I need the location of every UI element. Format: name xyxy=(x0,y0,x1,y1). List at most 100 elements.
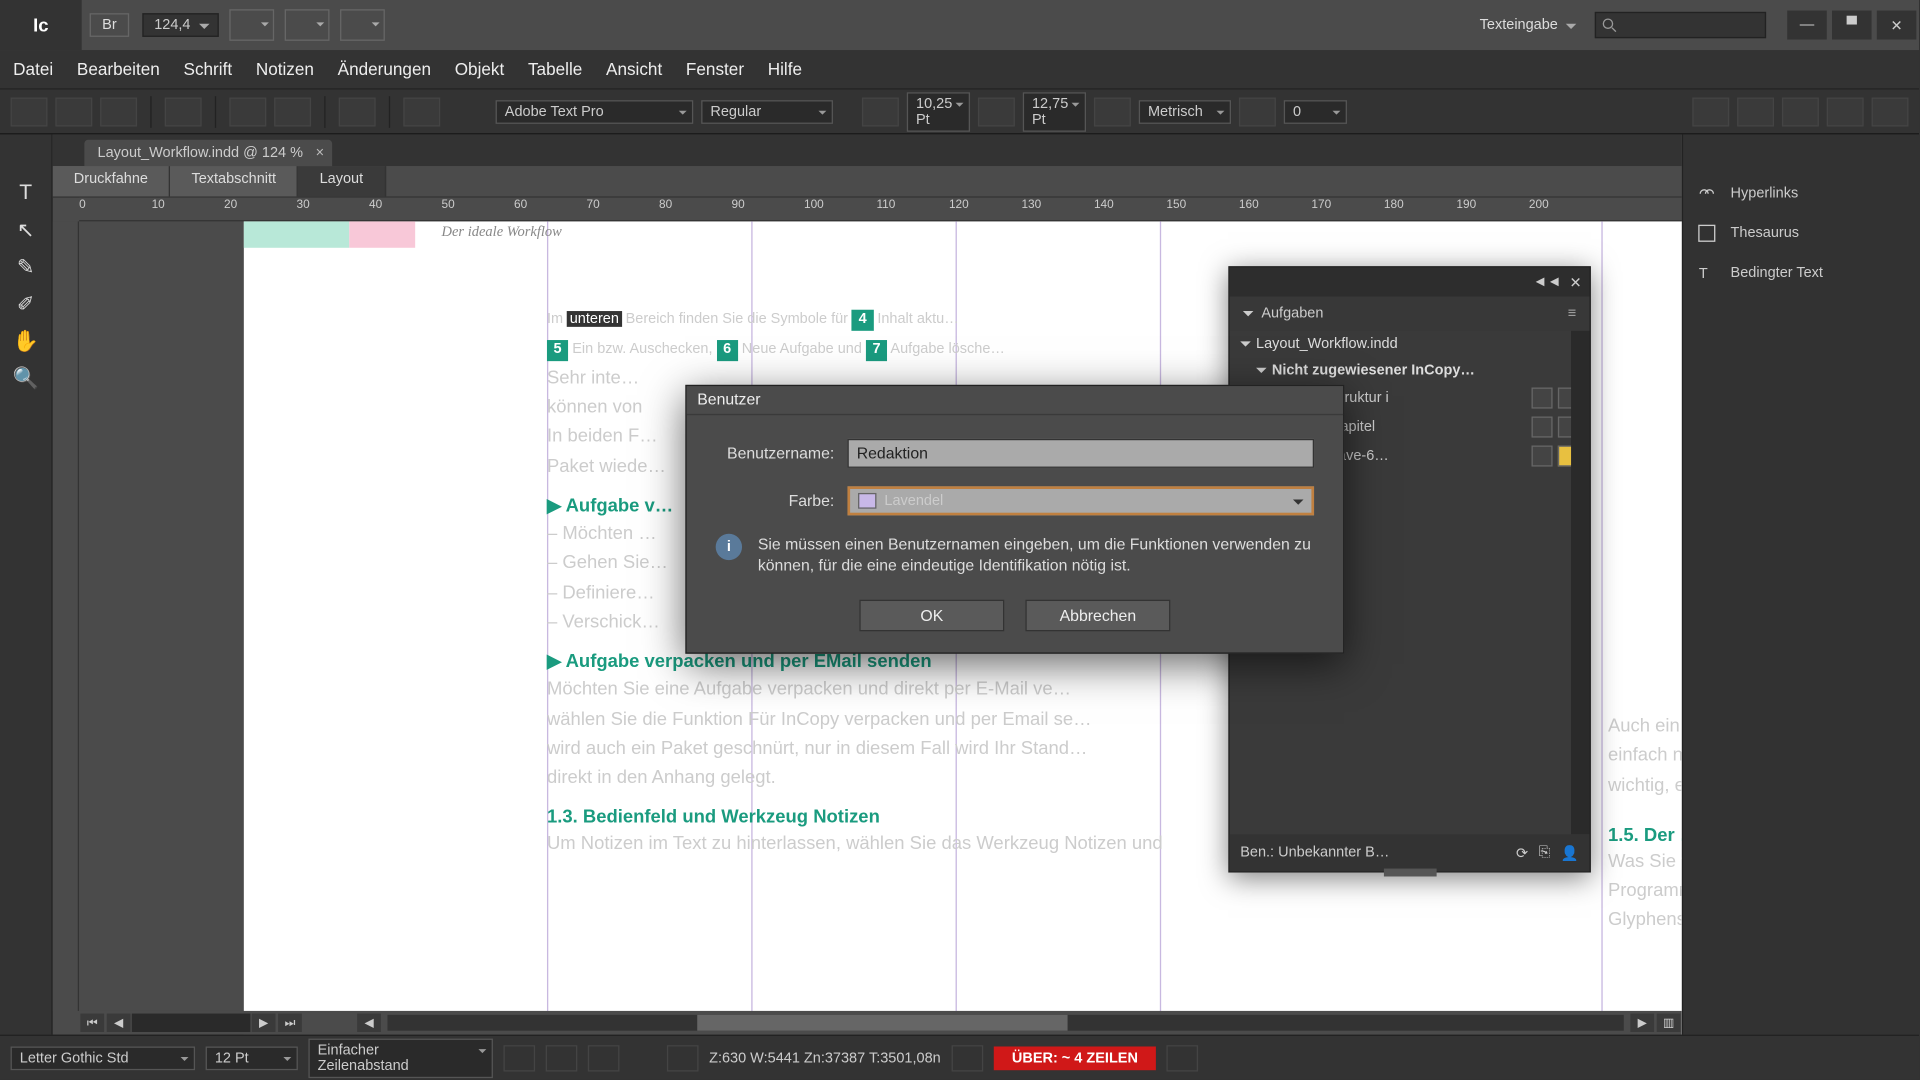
book-icon xyxy=(1696,223,1717,244)
edit-icon[interactable] xyxy=(1532,445,1553,466)
menu-hilfe[interactable]: Hilfe xyxy=(768,59,802,79)
menu-objekt[interactable]: Objekt xyxy=(455,59,505,79)
arrange-icon[interactable] xyxy=(339,9,384,41)
maximize-button[interactable]: ▀ xyxy=(1832,11,1872,40)
position-tool-icon[interactable]: ↖ xyxy=(7,214,44,248)
align-left-icon[interactable] xyxy=(1692,97,1729,126)
link-icon xyxy=(1696,183,1717,204)
minimize-button[interactable]: — xyxy=(1787,11,1827,40)
document-tab[interactable]: Layout_Workflow.indd @ 124 % × xyxy=(84,140,332,166)
menu-bearbeiten[interactable]: Bearbeiten xyxy=(77,59,160,79)
checkout-icon[interactable]: ⎘ xyxy=(1539,844,1551,861)
menu-fenster[interactable]: Fenster xyxy=(686,59,744,79)
eyedropper-tool-icon[interactable]: ✐ xyxy=(7,287,44,321)
font-style-select[interactable]: Regular xyxy=(701,100,833,124)
status-font-select[interactable]: Letter Gothic Std xyxy=(11,1046,196,1070)
conditional-text-panel-tab[interactable]: TBedingter Text xyxy=(1683,253,1919,293)
panel-resize-grip[interactable] xyxy=(1383,869,1436,877)
status-leading-select[interactable]: Einfacher Zeilenabstand xyxy=(308,1038,493,1078)
split-view-icon[interactable]: ▥ xyxy=(1657,1014,1681,1032)
edit-icon[interactable] xyxy=(1532,416,1553,437)
cursor-coordinates: Z:630 W:5441 Zn:37387 T:3501,08n xyxy=(709,1050,941,1066)
status-menu-icon[interactable] xyxy=(1167,1045,1199,1071)
menu-tabelle[interactable]: Tabelle xyxy=(528,59,582,79)
scroll-right-icon[interactable]: ▶ xyxy=(1630,1014,1654,1032)
ruler-horizontal[interactable]: 0 10 20 30 40 50 60 70 80 90 100 110 120… xyxy=(79,198,1682,222)
align-justify2-icon[interactable] xyxy=(1872,97,1909,126)
dialog-info-text: Sie müssen einen Benutzernamen eingeben,… xyxy=(758,534,1314,577)
leading-input[interactable]: 12,75 Pt xyxy=(1023,92,1086,132)
pilcrow-icon[interactable] xyxy=(339,97,376,126)
status-icon-2[interactable] xyxy=(546,1045,578,1071)
menu-datei[interactable]: Datei xyxy=(13,59,53,79)
status-icon-4[interactable] xyxy=(667,1045,699,1071)
status-icon-3[interactable] xyxy=(588,1045,620,1071)
scroll-left-icon[interactable]: ◀ xyxy=(357,1014,381,1032)
font-family-select[interactable]: Adobe Text Pro xyxy=(496,100,694,124)
zoom-tool-icon[interactable]: 🔍 xyxy=(7,361,44,395)
cancel-button[interactable]: Abbrechen xyxy=(1025,600,1170,632)
ruler-vertical[interactable] xyxy=(53,221,79,1010)
panel-title[interactable]: Aufgaben ≡ xyxy=(1230,297,1590,331)
page-number-field[interactable] xyxy=(132,1014,251,1032)
panel-close-icon[interactable]: ✕ xyxy=(1569,273,1581,290)
align-right-icon[interactable] xyxy=(1782,97,1819,126)
status-icon-1[interactable] xyxy=(503,1045,535,1071)
print-icon[interactable] xyxy=(165,97,202,126)
font-size-input[interactable]: 10,25 Pt xyxy=(907,92,970,132)
color-select[interactable]: Lavendel xyxy=(847,486,1314,515)
note-tool-icon[interactable]: ✎ xyxy=(7,250,44,284)
hand-tool-icon[interactable]: ✋ xyxy=(7,324,44,358)
workspace-select[interactable]: Texteingabe xyxy=(1469,14,1584,35)
close-button[interactable]: ✕ xyxy=(1877,11,1917,40)
last-page-icon[interactable]: ⏭ xyxy=(278,1014,302,1032)
panel-file[interactable]: Layout_Workflow.indd xyxy=(1230,331,1590,357)
save-icon[interactable] xyxy=(100,97,137,126)
first-page-icon[interactable]: ⏮ xyxy=(80,1014,104,1032)
panel-collapse-icon[interactable]: ◄◄ xyxy=(1533,274,1562,290)
open-icon[interactable] xyxy=(55,97,92,126)
align-center-icon[interactable] xyxy=(1737,97,1774,126)
view-story[interactable]: Textabschnitt xyxy=(170,166,298,196)
info-icon: i xyxy=(716,534,742,560)
zoom-select[interactable]: 124,4 xyxy=(142,13,218,37)
prev-page-icon[interactable]: ◀ xyxy=(107,1014,131,1032)
panel-group[interactable]: Nicht zugewiesener InCopy… xyxy=(1230,357,1590,383)
menu-notizen[interactable]: Notizen xyxy=(256,59,314,79)
edit-icon[interactable] xyxy=(1532,387,1553,408)
spell-icon[interactable] xyxy=(274,97,311,126)
user-icon[interactable]: 👤 xyxy=(1561,844,1579,861)
view-galley[interactable]: Druckfahne xyxy=(53,166,171,196)
kerning-select[interactable]: Metrisch xyxy=(1139,100,1231,124)
update-icon[interactable]: ⟳ xyxy=(1516,844,1528,861)
status-size-select[interactable]: 12 Pt xyxy=(206,1046,298,1070)
menu-aenderungen[interactable]: Änderungen xyxy=(338,59,431,79)
para-menu-icon[interactable] xyxy=(403,97,440,126)
find-icon[interactable] xyxy=(229,97,266,126)
new-icon[interactable] xyxy=(11,97,48,126)
control-strip: Adobe Text Pro Regular 10,25 Pt 12,75 Pt… xyxy=(0,90,1919,135)
panel-scrollbar[interactable] xyxy=(1571,331,1589,834)
dialog-title[interactable]: Benutzer xyxy=(687,386,1343,415)
ok-button[interactable]: OK xyxy=(859,600,1004,632)
menu-ansicht[interactable]: Ansicht xyxy=(606,59,662,79)
view-layout[interactable]: Layout xyxy=(298,166,385,196)
screen-mode-icon[interactable] xyxy=(284,9,329,41)
type-tool-icon[interactable]: T xyxy=(7,177,44,211)
username-input[interactable] xyxy=(847,439,1314,468)
status-icon-5[interactable] xyxy=(951,1045,983,1071)
panel-menu-icon[interactable]: ≡ xyxy=(1568,306,1576,322)
h-scrollbar[interactable] xyxy=(387,1015,1623,1031)
help-search[interactable] xyxy=(1595,12,1766,38)
tracking-input[interactable]: 0 xyxy=(1284,100,1347,124)
menu-schrift[interactable]: Schrift xyxy=(184,59,233,79)
thesaurus-panel-tab[interactable]: Thesaurus xyxy=(1683,214,1919,254)
overset-indicator[interactable]: ÜBER: ~ 4 ZEILEN xyxy=(993,1046,1156,1070)
next-page-icon[interactable]: ▶ xyxy=(252,1014,276,1032)
align-justify-icon[interactable] xyxy=(1827,97,1864,126)
close-tab-icon[interactable]: × xyxy=(316,145,324,161)
document-tabs: Layout_Workflow.indd @ 124 % × xyxy=(53,134,1682,166)
bridge-button[interactable]: Br xyxy=(90,13,130,37)
view-mode-icon[interactable] xyxy=(229,9,274,41)
hyperlinks-panel-tab[interactable]: Hyperlinks xyxy=(1683,174,1919,214)
